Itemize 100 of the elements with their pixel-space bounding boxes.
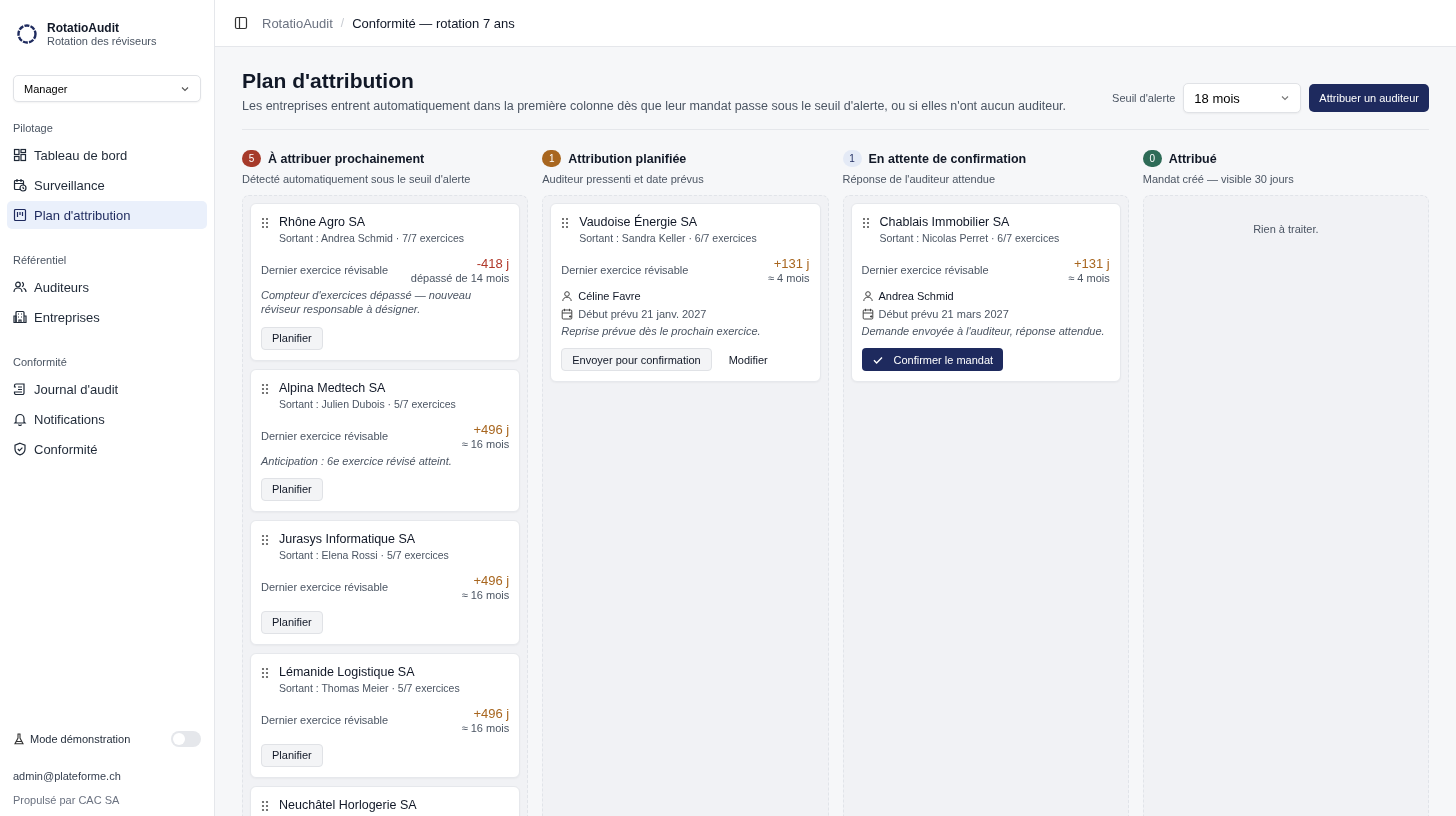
metric-label: Dernier exercice révisable bbox=[261, 713, 389, 726]
company-name: Lémanide Logistique SA bbox=[279, 664, 416, 679]
nav-item[interactable]: Notifications bbox=[7, 405, 207, 433]
column-subtitle: Mandat créé — visible 30 jours bbox=[1142, 173, 1295, 185]
bell-icon bbox=[13, 412, 27, 426]
count-badge: 1 bbox=[842, 150, 862, 167]
company-card[interactable] bbox=[850, 203, 1121, 383]
metric-label: Dernier exercice révisable bbox=[861, 264, 989, 276]
days-delta: -418 j bbox=[476, 256, 510, 271]
calendar-icon bbox=[13, 178, 27, 192]
count-badge: 0 bbox=[1142, 150, 1162, 167]
company-card[interactable]: Neuchâtel Horlogerie SA bbox=[250, 785, 521, 816]
card-action-button[interactable]: Modifier bbox=[717, 348, 779, 372]
person-icon bbox=[561, 290, 574, 302]
page-subtitle: Les entreprises entrent automatiquement dans la première colonne dès que leur mandat passe sous le seuil d'alerte, ou si elles n'ont aucun auditeur. bbox=[242, 99, 1067, 113]
confirm-button[interactable]: Confirmer le mandat bbox=[861, 348, 1004, 372]
role-select[interactable]: Manager bbox=[13, 75, 201, 102]
building-icon bbox=[13, 310, 27, 324]
card-note: Anticipation : 6e exercice révisé atteint. bbox=[261, 453, 453, 468]
nav-item[interactable]: Plan d'attribution bbox=[7, 201, 207, 229]
threshold-select[interactable]: 18 mois bbox=[1183, 83, 1302, 113]
metric-label: Dernier exercice révisable bbox=[261, 264, 389, 276]
breadcrumb-link[interactable]: RotatioAudit bbox=[262, 15, 333, 31]
metric-label: Dernier exercice révisable bbox=[261, 580, 389, 593]
footer-text: Propulsé par CAC SA bbox=[12, 793, 121, 806]
assign-auditor-button[interactable]: Attribuer un auditeur bbox=[1309, 84, 1429, 112]
days-delta: +496 j bbox=[473, 572, 510, 588]
company-name: Chablais Immobilier SA bbox=[879, 215, 1011, 229]
outgoing-auditor: Sortant : Elena Rossi · 5/7 exercices bbox=[279, 548, 449, 561]
count-badge: 1 bbox=[542, 150, 562, 167]
nav-item[interactable]: Surveillance bbox=[7, 171, 207, 199]
delta-note: ≈ 16 mois bbox=[461, 588, 510, 601]
card-note: Compteur d'exercices dépassé — nouveau réviseur responsable à désigner. bbox=[261, 288, 472, 317]
drag-handle-icon[interactable] bbox=[261, 533, 269, 546]
nav-item[interactable]: Entreprises bbox=[7, 303, 207, 331]
nav-item[interactable]: Auditeurs bbox=[7, 273, 207, 301]
column-title: En attente de confirmation bbox=[868, 151, 1027, 166]
dashboard-icon bbox=[13, 148, 27, 162]
nav-section-title: Conformité bbox=[12, 356, 68, 370]
count-badge: 5 bbox=[242, 150, 261, 167]
card-note: Reprise prévue dès le prochain exercice. bbox=[561, 324, 762, 339]
drag-handle-icon[interactable] bbox=[561, 217, 570, 229]
threshold-label: Seuil d'alerte bbox=[1112, 92, 1176, 104]
days-delta: +496 j bbox=[473, 705, 510, 721]
sidebar-toggle-icon[interactable] bbox=[234, 16, 248, 30]
metric-label: Dernier exercice révisable bbox=[561, 264, 689, 276]
card-action-button[interactable]: Planifier bbox=[261, 610, 323, 634]
shield-icon bbox=[13, 442, 27, 456]
page-title: Plan d'attribution bbox=[242, 69, 415, 93]
company-name: Rhône Agro SA bbox=[279, 215, 367, 229]
outgoing-auditor: Sortant : Andrea Schmid · 7/7 exercices bbox=[279, 232, 464, 244]
nav-item[interactable]: Journal d'audit bbox=[7, 375, 207, 403]
nav-section-title: Référentiel bbox=[12, 254, 68, 268]
nav-item[interactable]: Conformité bbox=[7, 435, 207, 463]
column-title: À attribuer prochainement bbox=[268, 151, 425, 166]
drag-handle-icon[interactable] bbox=[261, 799, 269, 812]
column-subtitle: Détecté automatiquement sous le seuil d'alerte bbox=[242, 173, 472, 185]
calendar-icon bbox=[561, 308, 574, 320]
company-name: Neuchâtel Horlogerie SA bbox=[279, 797, 417, 812]
logo-icon bbox=[16, 23, 38, 45]
delta-note: ≈ 16 mois bbox=[461, 721, 510, 734]
outgoing-auditor: Sortant : Thomas Meier · 5/7 exercices bbox=[279, 681, 460, 694]
card-action-button[interactable]: Planifier bbox=[261, 743, 323, 767]
breadcrumb-separator: / bbox=[340, 16, 345, 30]
users-icon bbox=[13, 280, 27, 294]
drag-handle-icon[interactable] bbox=[861, 217, 870, 229]
flask-icon bbox=[13, 733, 25, 745]
drag-handle-icon[interactable] bbox=[261, 217, 269, 229]
card-action-button[interactable]: Planifier bbox=[261, 477, 323, 501]
app-tagline: Rotation des réviseurs bbox=[47, 35, 157, 47]
demo-mode-label: Mode démonstration bbox=[30, 733, 132, 745]
company-card[interactable]: Lémanide Logistique SA Sortant : Thomas Meier · 5/7 exercices Dernier exercice révisable +496 j ≈ 16 mois Planifier bbox=[250, 652, 521, 778]
column-title: Attribution planifiée bbox=[568, 151, 687, 166]
delta-note: dépassé de 14 mois bbox=[410, 272, 510, 284]
company-card[interactable]: Alpina Medtech SA Sortant : Julien Dubois · 5/7 exercices Dernier exercice révisable +496 j ≈ 16 mois Anticipation : 6e exercice révisé atteint. Planifier bbox=[250, 368, 521, 512]
planned-auditor: Céline Favre bbox=[578, 290, 641, 302]
metric-label: Dernier exercice révisable bbox=[261, 429, 389, 442]
outgoing-auditor: Sortant : Nicolas Perret · 6/7 exercices bbox=[879, 232, 1060, 244]
card-action-button[interactable]: Envoyer pour confirmation bbox=[561, 348, 712, 372]
demo-mode-toggle[interactable] bbox=[171, 731, 201, 747]
board-icon bbox=[13, 208, 27, 222]
delta-note: ≈ 16 mois bbox=[461, 437, 510, 450]
breadcrumb-link[interactable]: Conformité — rotation 7 ans bbox=[352, 15, 515, 31]
card-action-button[interactable]: Planifier bbox=[261, 326, 323, 350]
planned-auditor: Andrea Schmid bbox=[878, 290, 954, 302]
outgoing-auditor: Sortant : Julien Dubois · 5/7 exercices bbox=[279, 397, 456, 410]
drag-handle-icon[interactable] bbox=[261, 666, 269, 679]
calendar-icon bbox=[861, 308, 874, 320]
nav-section-title: Pilotage bbox=[12, 122, 54, 136]
days-delta: +131 j bbox=[773, 256, 810, 271]
company-card[interactable]: Rhône Agro SA Sortant : Andrea Schmid · 7/7 exercices Dernier exercice révisable -418 j dépassé de 14 mois Compteur d'exercices dépassé — nouveau réviseur responsable à désigner. Planifier bbox=[250, 203, 521, 361]
days-delta: +496 j bbox=[473, 421, 510, 437]
column-subtitle: Réponse de l'auditeur attendue bbox=[842, 173, 997, 185]
days-delta: +131 j bbox=[1073, 256, 1110, 271]
delta-note: ≈ 4 mois bbox=[1068, 272, 1110, 284]
company-name: Alpina Medtech SA bbox=[279, 380, 387, 395]
nav-item[interactable]: Tableau de bord bbox=[7, 141, 207, 169]
drag-handle-icon[interactable] bbox=[261, 382, 269, 395]
chevron-down-icon bbox=[1280, 93, 1291, 103]
company-card[interactable]: Jurasys Informatique SA Sortant : Elena Rossi · 5/7 exercices Dernier exercice révisable +496 j ≈ 16 mois Planifier bbox=[250, 519, 521, 645]
